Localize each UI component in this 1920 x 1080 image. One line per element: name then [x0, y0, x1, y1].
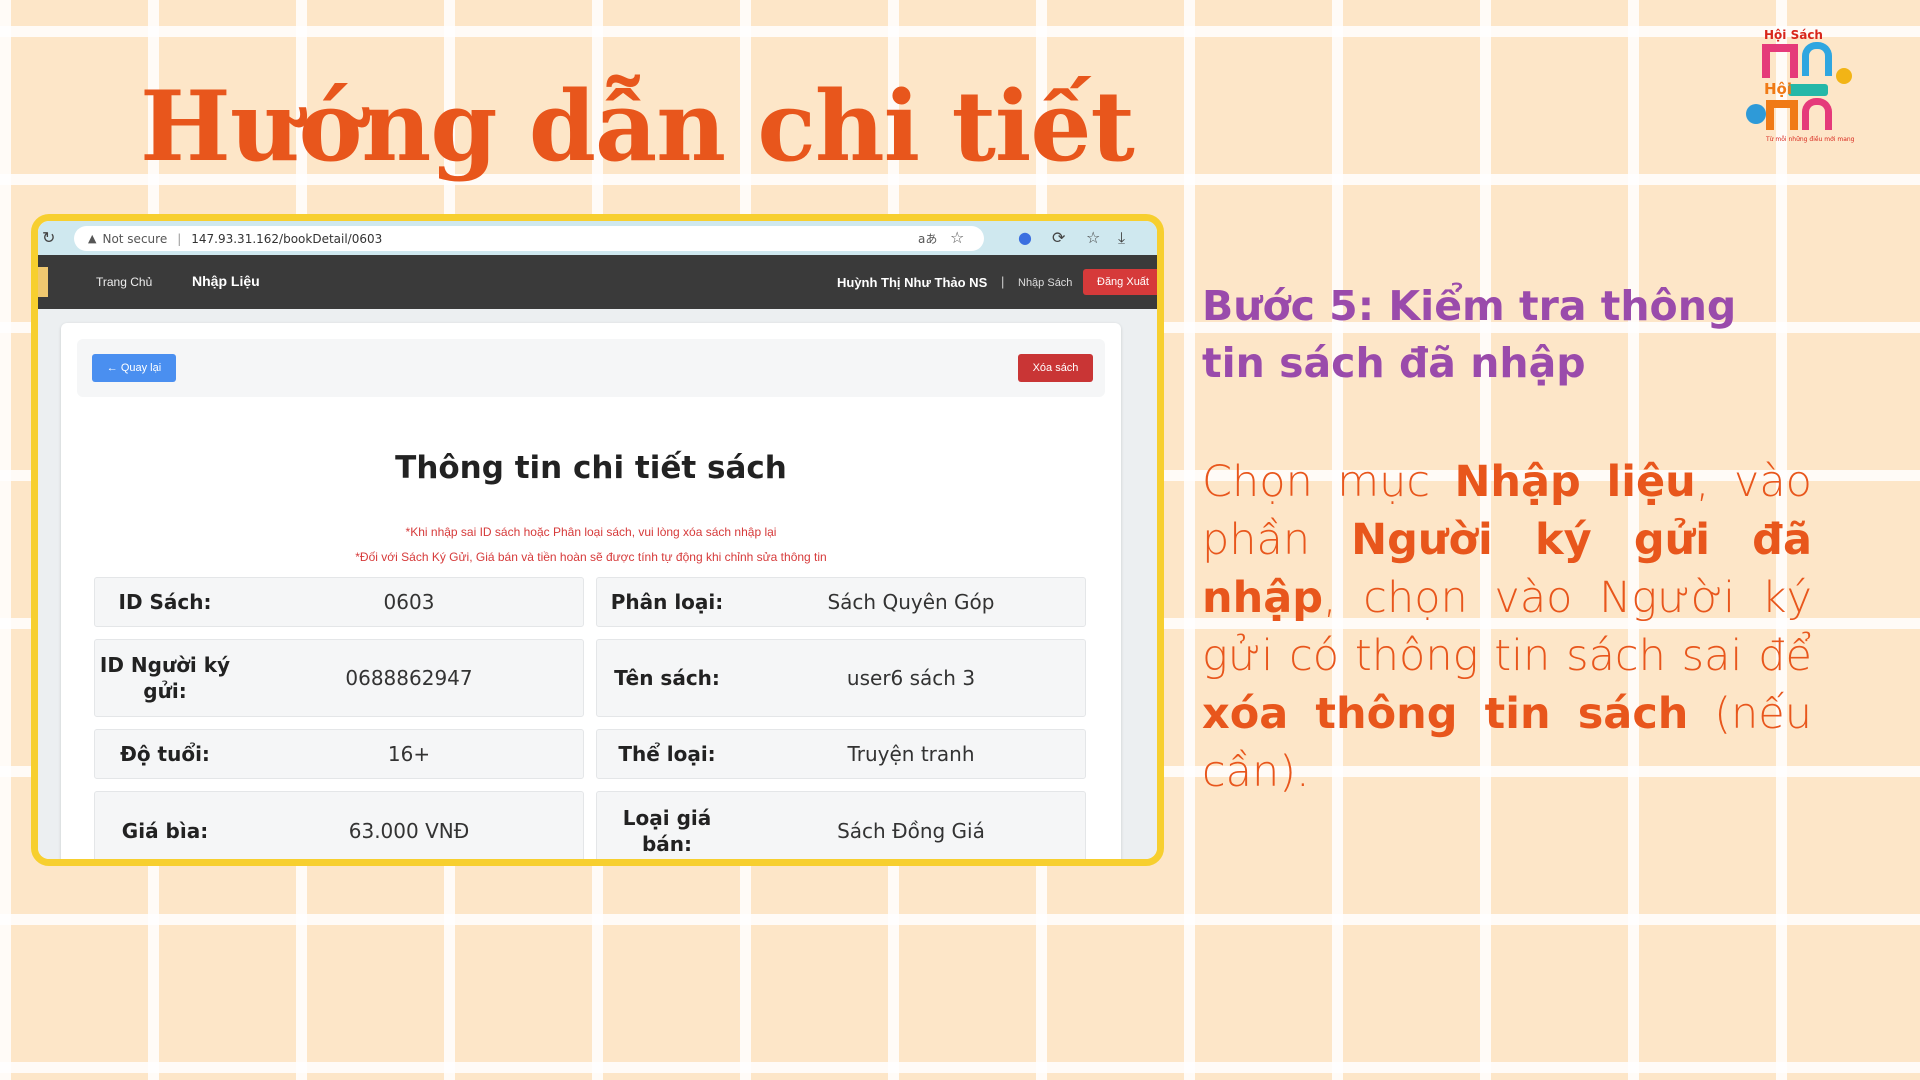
- favorites-icon[interactable]: ☆: [1086, 228, 1100, 247]
- field-value: Sách Đồng Giá: [837, 819, 985, 843]
- bookmark-star-icon[interactable]: ☆: [950, 228, 964, 247]
- user-name: Huỳnh Thị Như Thảo NS: [837, 275, 988, 290]
- site-navbar: Trang Chủ Nhập Liệu Huỳnh Thị Như Thảo N…: [38, 255, 1157, 309]
- screenshot-frame: ↻ ▲ Not secure | 147.93.31.162/bookDetai…: [31, 214, 1164, 866]
- card-title: Thông tin chi tiết sách: [395, 450, 787, 486]
- field-row: Tên sách: user6 sách 3: [596, 639, 1086, 717]
- step-description: Chọn mục Nhập liệu, vào phần Người ký gử…: [1202, 453, 1812, 801]
- field-value: 0688862947: [345, 666, 473, 690]
- logo-letter-shape: [1802, 98, 1832, 130]
- logo-tagline: Từ mỗi những điều mới mang: [1766, 136, 1855, 143]
- field-label: Giá bìa:: [121, 819, 209, 843]
- verified-extension-icon[interactable]: ●: [1018, 228, 1032, 247]
- field-label: Tên sách:: [614, 666, 720, 690]
- field-row: Loại giá bán: Sách Đồng Giá: [596, 791, 1086, 859]
- field-row: Thể loại: Truyện tranh: [596, 729, 1086, 779]
- delete-book-button[interactable]: Xóa sách: [1018, 354, 1093, 382]
- hoi-sach-logo: Hội Sách Hội Từ mỗi những điều mới mang: [1742, 28, 1862, 148]
- nav-home-link[interactable]: Trang Chủ: [96, 275, 152, 289]
- field-value: 16+: [387, 742, 431, 766]
- logo-letter-shape: [1762, 44, 1798, 78]
- back-button[interactable]: ← Quay lại: [92, 354, 176, 382]
- logo-mid-text: Hội: [1764, 80, 1793, 98]
- logo-bee-icon: [1836, 68, 1852, 84]
- field-value: 0603: [383, 590, 435, 614]
- field-value: 63.000 VNĐ: [348, 819, 470, 843]
- field-value: Sách Quyên Góp: [827, 590, 995, 614]
- translate-icon[interactable]: aあ: [918, 230, 937, 247]
- download-icon[interactable]: ⤓: [1118, 228, 1125, 248]
- field-label: ID Người ký gửi:: [99, 653, 231, 703]
- step-highlight: xóa thông tin sách: [1202, 689, 1689, 739]
- url-text: 147.93.31.162/bookDetail/0603: [191, 231, 383, 246]
- security-label: Not secure: [102, 231, 168, 246]
- logo-letter-shape: [1802, 42, 1832, 76]
- field-label: Phân loại:: [610, 590, 724, 614]
- step-title: Bước 5: Kiểm tra thông tin sách đã nhập: [1202, 282, 1737, 387]
- logo-mascot-icon: [1746, 104, 1766, 124]
- step-highlight: Nhập liệu: [1454, 457, 1696, 507]
- warning-icon: ▲: [88, 232, 97, 245]
- field-label: Loại giá bán:: [622, 806, 712, 856]
- address-separator: |: [177, 231, 182, 246]
- field-label: ID Sách:: [118, 590, 212, 614]
- logout-button[interactable]: Đăng Xuất: [1083, 269, 1157, 295]
- site-logo-icon: [38, 267, 48, 297]
- extension-icon[interactable]: ⟳: [1052, 228, 1065, 247]
- note-text: *Đối với Sách Ký Gửi, Giá bán và tiền ho…: [355, 550, 827, 564]
- reload-icon[interactable]: ↻: [42, 228, 55, 247]
- card-toolbar: ← Quay lại Xóa sách: [77, 339, 1105, 397]
- book-detail-card: ← Quay lại Xóa sách Thông tin chi tiết s…: [61, 323, 1121, 859]
- field-label: Độ tuổi:: [120, 742, 210, 766]
- field-row: Phân loại: Sách Quyên Góp: [596, 577, 1086, 627]
- step-text: Chọn mục: [1202, 457, 1455, 507]
- nav-data-entry-link[interactable]: Nhập Liệu: [192, 273, 260, 289]
- logo-letter-shape: [1766, 100, 1798, 130]
- field-row: ID Sách: 0603: [94, 577, 584, 627]
- logo-bar: [1788, 84, 1828, 96]
- browser-toolbar: ↻ ▲ Not secure | 147.93.31.162/bookDetai…: [38, 221, 1157, 255]
- address-bar[interactable]: ▲ Not secure | 147.93.31.162/bookDetail/…: [74, 226, 984, 251]
- page-body: ← Quay lại Xóa sách Thông tin chi tiết s…: [38, 309, 1157, 859]
- field-row: Giá bìa: 63.000 VNĐ: [94, 791, 584, 859]
- menu-icon[interactable]: ⋮: [1150, 228, 1157, 247]
- field-row: Độ tuổi: 16+: [94, 729, 584, 779]
- field-value: user6 sách 3: [846, 666, 976, 690]
- page-title: Hướng dẫn chi tiết: [140, 70, 1135, 183]
- logo-top-text: Hội Sách: [1764, 28, 1823, 42]
- note-text: *Khi nhập sai ID sách hoặc Phân loại sác…: [405, 525, 777, 539]
- field-row: ID Người ký gửi: 0688862947: [94, 639, 584, 717]
- nav-separator: |: [1001, 274, 1005, 289]
- field-label: Thể loại:: [618, 742, 716, 766]
- nav-enter-books-link[interactable]: Nhập Sách: [1018, 277, 1072, 289]
- field-value: Truyện tranh: [847, 742, 975, 766]
